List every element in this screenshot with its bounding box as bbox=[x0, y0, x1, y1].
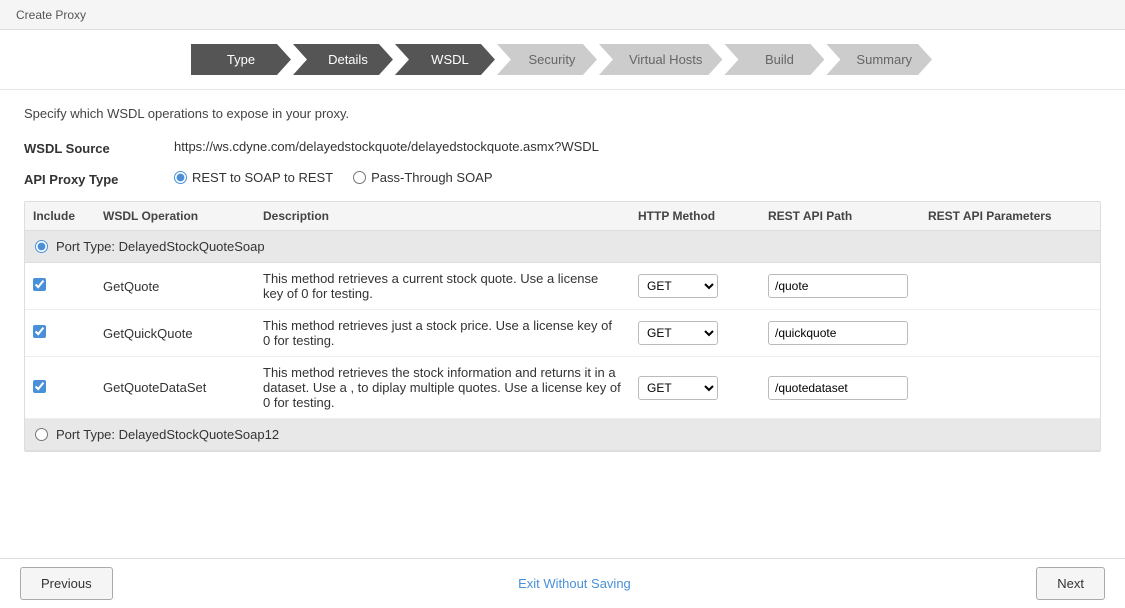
td-description-1: This method retrieves a current stock qu… bbox=[255, 271, 630, 301]
path-input-3[interactable] bbox=[768, 376, 908, 400]
top-bar: Create Proxy bbox=[0, 0, 1125, 30]
td-include-1[interactable] bbox=[25, 278, 95, 294]
checkbox-getquotedataset[interactable] bbox=[33, 380, 46, 393]
port-type-row-1: Port Type: DelayedStockQuoteSoap bbox=[25, 231, 1100, 263]
td-method-2[interactable]: GET POST PUT DELETE bbox=[630, 321, 760, 345]
radio-pass-through-soap-label: Pass-Through SOAP bbox=[371, 170, 492, 185]
td-description-3: This method retrieves the stock informat… bbox=[255, 365, 630, 410]
port-type-label-1: Port Type: DelayedStockQuoteSoap bbox=[56, 239, 265, 254]
step-summary[interactable]: Summary bbox=[826, 44, 932, 75]
td-path-2[interactable] bbox=[760, 321, 920, 345]
api-proxy-type-label: API Proxy Type bbox=[24, 170, 174, 187]
step-wsdl[interactable]: WSDL bbox=[395, 44, 495, 75]
previous-button[interactable]: Previous bbox=[20, 567, 113, 600]
checkbox-getquote[interactable] bbox=[33, 278, 46, 291]
td-method-1[interactable]: GET POST PUT DELETE bbox=[630, 274, 760, 298]
path-input-2[interactable] bbox=[768, 321, 908, 345]
radio-rest-soap-rest[interactable]: REST to SOAP to REST bbox=[174, 170, 333, 185]
path-input-1[interactable] bbox=[768, 274, 908, 298]
td-operation-name-3: GetQuoteDataSet bbox=[95, 380, 255, 395]
api-proxy-type-row: API Proxy Type REST to SOAP to REST Pass… bbox=[24, 170, 1101, 187]
wsdl-source-label: WSDL Source bbox=[24, 139, 174, 156]
td-description-2: This method retrieves just a stock price… bbox=[255, 318, 630, 348]
td-method-3[interactable]: GET POST PUT DELETE bbox=[630, 376, 760, 400]
table-header: Include WSDL Operation Description HTTP … bbox=[25, 202, 1100, 231]
exit-without-saving-link[interactable]: Exit Without Saving bbox=[518, 576, 631, 591]
step-security[interactable]: Security bbox=[497, 44, 597, 75]
method-select-3[interactable]: GET POST PUT DELETE bbox=[638, 376, 718, 400]
th-http-method: HTTP Method bbox=[630, 209, 760, 223]
th-rest-api-path: REST API Path bbox=[760, 209, 920, 223]
content-area: Specify which WSDL operations to expose … bbox=[0, 90, 1125, 468]
port-type-radio-2[interactable] bbox=[35, 428, 48, 441]
td-path-1[interactable] bbox=[760, 274, 920, 298]
footer-bar: Previous Exit Without Saving Next bbox=[0, 558, 1125, 608]
port-type-label-2: Port Type: DelayedStockQuoteSoap12 bbox=[56, 427, 279, 442]
proxy-type-radio-group: REST to SOAP to REST Pass-Through SOAP bbox=[174, 170, 493, 185]
radio-pass-through-soap-input[interactable] bbox=[353, 171, 366, 184]
th-wsdl-operation: WSDL Operation bbox=[95, 209, 255, 223]
page-title: Create Proxy bbox=[16, 8, 86, 22]
radio-rest-soap-rest-input[interactable] bbox=[174, 171, 187, 184]
wsdl-source-value: https://ws.cdyne.com/delayedstockquote/d… bbox=[174, 139, 599, 154]
radio-pass-through-soap[interactable]: Pass-Through SOAP bbox=[353, 170, 492, 185]
wsdl-source-row: WSDL Source https://ws.cdyne.com/delayed… bbox=[24, 139, 1101, 156]
step-details[interactable]: Details bbox=[293, 44, 393, 75]
th-description: Description bbox=[255, 209, 630, 223]
checkbox-getquickquote[interactable] bbox=[33, 325, 46, 338]
table-row: GetQuoteDataSet This method retrieves th… bbox=[25, 357, 1100, 419]
radio-rest-soap-rest-label: REST to SOAP to REST bbox=[192, 170, 333, 185]
wizard-steps: Type Details WSDL Security Virtual Hosts… bbox=[0, 30, 1125, 90]
step-container: Type Details WSDL Security Virtual Hosts… bbox=[191, 44, 934, 75]
method-select-2[interactable]: GET POST PUT DELETE bbox=[638, 321, 718, 345]
next-button[interactable]: Next bbox=[1036, 567, 1105, 600]
table-row: GetQuickQuote This method retrieves just… bbox=[25, 310, 1100, 357]
td-include-2[interactable] bbox=[25, 325, 95, 341]
step-build[interactable]: Build bbox=[724, 44, 824, 75]
port-type-radio-1[interactable] bbox=[35, 240, 48, 253]
td-operation-name-2: GetQuickQuote bbox=[95, 326, 255, 341]
th-rest-api-params: REST API Parameters bbox=[920, 209, 1100, 223]
operations-table: Include WSDL Operation Description HTTP … bbox=[24, 201, 1101, 452]
description-text: Specify which WSDL operations to expose … bbox=[24, 106, 1101, 121]
td-include-3[interactable] bbox=[25, 380, 95, 396]
td-operation-name-1: GetQuote bbox=[95, 279, 255, 294]
step-virtual-hosts[interactable]: Virtual Hosts bbox=[599, 44, 722, 75]
th-include: Include bbox=[25, 209, 95, 223]
method-select-1[interactable]: GET POST PUT DELETE bbox=[638, 274, 718, 298]
td-path-3[interactable] bbox=[760, 376, 920, 400]
table-row: GetQuote This method retrieves a current… bbox=[25, 263, 1100, 310]
port-type-row-2: Port Type: DelayedStockQuoteSoap12 bbox=[25, 419, 1100, 451]
step-type[interactable]: Type bbox=[191, 44, 291, 75]
